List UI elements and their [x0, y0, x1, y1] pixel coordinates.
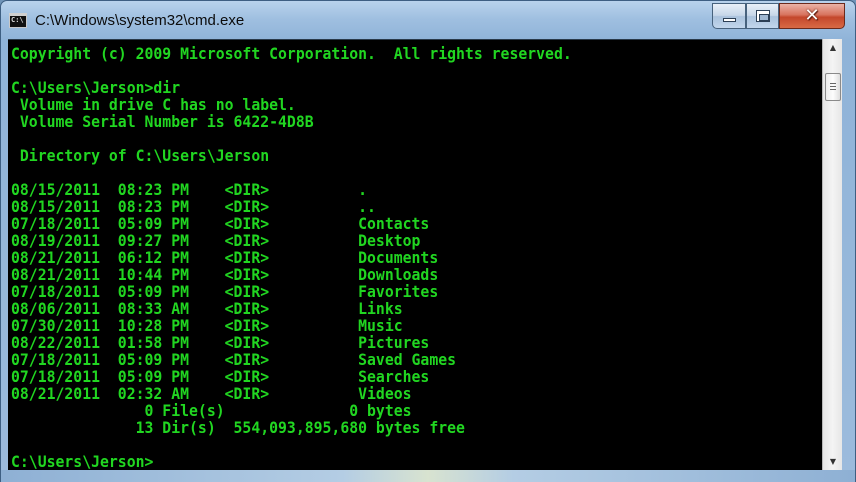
dir-entry-row: 08/22/2011 01:58 PM <DIR> Pictures [11, 333, 430, 352]
command-prompt[interactable]: C:\Users\Jerson> [11, 453, 153, 470]
scroll-thumb[interactable] [825, 73, 841, 101]
scroll-down-icon[interactable]: ▼ [824, 453, 842, 470]
scroll-up-icon[interactable]: ▲ [824, 39, 842, 56]
title-bar[interactable]: C:\ C:\Windows\system32\cmd.exe ✕ [1, 1, 855, 39]
dir-entry-row: 07/18/2011 05:09 PM <DIR> Saved Games [11, 350, 457, 369]
console-line: Volume in drive C has no label. [11, 95, 296, 114]
dir-entry-row: 08/15/2011 08:23 PM <DIR> .. [11, 197, 376, 216]
cmd-window: C:\ C:\Windows\system32\cmd.exe ✕ Copyri… [0, 0, 856, 482]
vertical-scrollbar[interactable]: ▲ ▼ [822, 39, 842, 470]
window-title: C:\Windows\system32\cmd.exe [35, 12, 245, 29]
close-button[interactable]: ✕ [779, 3, 845, 29]
dir-entry-row: 07/18/2011 05:09 PM <DIR> Searches [11, 367, 430, 386]
file-count-summary: 0 File(s) 0 bytes [11, 401, 412, 420]
grip-line [830, 86, 836, 87]
dir-entry-row: 08/06/2011 08:33 AM <DIR> Links [11, 299, 403, 318]
dir-entry-row: 07/18/2011 05:09 PM <DIR> Contacts [11, 214, 430, 233]
cmd-icon[interactable]: C:\ [9, 13, 27, 28]
close-icon: ✕ [804, 5, 820, 26]
minimize-icon [723, 18, 736, 22]
minimize-button[interactable] [712, 3, 746, 29]
maximize-icon [756, 10, 770, 22]
dir-count-summary: 13 Dir(s) 554,093,895,680 bytes free [11, 418, 465, 437]
maximize-button[interactable] [746, 3, 779, 29]
dir-entry-row: 08/21/2011 06:12 PM <DIR> Documents [11, 248, 439, 267]
dir-entry-row: 07/18/2011 05:09 PM <DIR> Favorites [11, 282, 439, 301]
window-bottom-frame [1, 470, 855, 482]
console-line: C:\Users\Jerson>dir [11, 78, 181, 97]
grip-line [830, 89, 836, 90]
dir-entry-row: 07/30/2011 10:28 PM <DIR> Music [11, 316, 403, 335]
dir-entry-row: 08/21/2011 10:44 PM <DIR> Downloads [11, 265, 439, 284]
console-line: Volume Serial Number is 6422-4D8B [11, 112, 314, 131]
console-line: Copyright (c) 2009 Microsoft Corporation… [11, 44, 572, 63]
dir-entry-row: 08/21/2011 02:32 AM <DIR> Videos [11, 384, 412, 403]
dir-entry-row: 08/19/2011 09:27 PM <DIR> Desktop [11, 231, 421, 250]
dir-entry-row: 08/15/2011 08:23 PM <DIR> . [11, 180, 368, 199]
console-output[interactable]: Copyright (c) 2009 Microsoft Corporation… [8, 39, 822, 470]
console-line: Directory of C:\Users\Jerson [11, 146, 270, 165]
grip-line [830, 83, 836, 84]
